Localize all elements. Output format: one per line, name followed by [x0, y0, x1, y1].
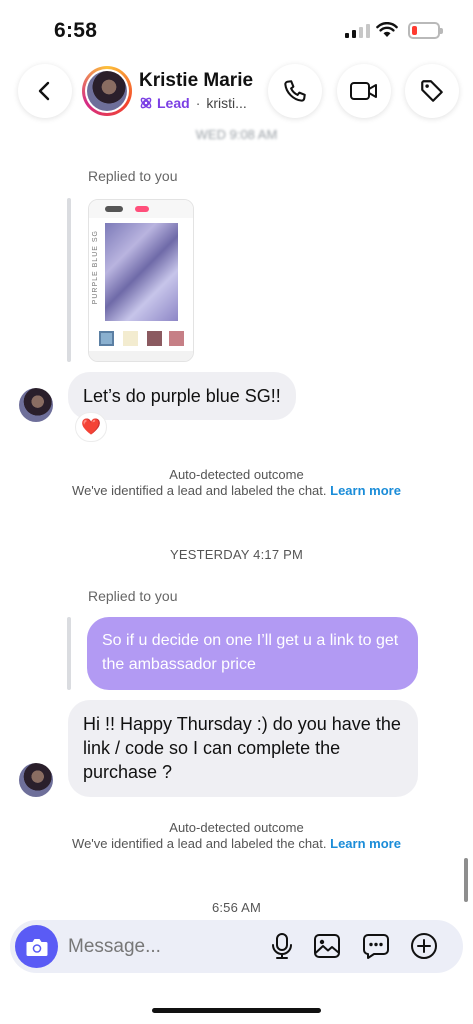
video-camera-icon — [350, 82, 377, 100]
microphone-icon — [272, 933, 292, 959]
phone-icon — [284, 80, 306, 102]
scrollbar-thumb[interactable] — [464, 858, 468, 902]
lead-label: Lead — [157, 95, 190, 111]
blurred-timestamp: WED 9:08 AM — [195, 127, 278, 142]
cellular-signal-icon — [345, 24, 370, 38]
heart-icon: ❤️ — [81, 419, 101, 436]
quoted-outgoing-message[interactable]: So if u decide on one I’ll get u a link … — [87, 617, 418, 690]
outcome-title: Auto-detected outcome — [169, 467, 304, 482]
reply-quote-bar — [67, 198, 71, 362]
message-input[interactable] — [68, 932, 258, 962]
incoming-message-bubble[interactable]: Hi !! Happy Thursday :) do you have the … — [68, 700, 418, 797]
label-tag-button[interactable] — [405, 64, 459, 118]
status-bar: 6:58 — [0, 0, 473, 56]
message-composer — [10, 920, 463, 973]
status-time: 6:58 — [54, 19, 98, 42]
replied-to-you-label: Replied to you — [88, 168, 178, 184]
outcome-body: We've identified a lead and labeled the … — [72, 836, 327, 851]
sticker-icon — [363, 934, 389, 959]
camera-button[interactable] — [15, 925, 58, 968]
card-thumbnail — [123, 331, 138, 346]
learn-more-link[interactable]: Learn more — [330, 483, 401, 498]
home-indicator[interactable] — [152, 1008, 321, 1013]
reply-quote-bar — [67, 617, 71, 690]
learn-more-link[interactable]: Learn more — [330, 836, 401, 851]
heart-reaction[interactable]: ❤️ — [75, 412, 107, 442]
contact-subtitle[interactable]: Lead · kristi... — [139, 95, 247, 111]
camera-icon — [26, 938, 47, 956]
shared-post-card[interactable]: PURPLE BLUE SG — [88, 199, 194, 362]
outcome-body: We've identified a lead and labeled the … — [72, 483, 327, 498]
add-button[interactable] — [410, 932, 438, 960]
fabric-swatch-image — [105, 223, 178, 321]
card-thumbnail — [169, 331, 184, 346]
battery-icon — [408, 22, 443, 39]
card-thumbnail — [147, 331, 162, 346]
card-thumbnail — [99, 331, 114, 346]
plus-icon — [411, 933, 437, 959]
card-pill-red — [135, 206, 149, 212]
call-button[interactable] — [268, 64, 322, 118]
outcome-title: Auto-detected outcome — [169, 820, 304, 835]
chat-header: Kristie Marie Lead · kristi... — [0, 56, 473, 128]
chevron-left-icon — [38, 81, 50, 101]
card-vertical-text: PURPLE BLUE SG — [92, 230, 99, 305]
sender-avatar[interactable] — [19, 388, 53, 422]
message-text: Let’s do purple blue SG!! — [83, 386, 281, 406]
lead-badge-icon — [140, 97, 152, 109]
card-footer — [89, 351, 193, 361]
timestamp-divider: YESTERDAY 4:17 PM — [170, 547, 303, 562]
image-icon — [314, 934, 340, 958]
video-call-button[interactable] — [337, 64, 391, 118]
tag-icon — [421, 80, 443, 102]
voice-message-button[interactable] — [268, 932, 296, 960]
contact-username: kristi... — [206, 95, 247, 111]
quoted-text: So if u decide on one I’ll get u a link … — [102, 632, 399, 673]
contact-name[interactable]: Kristie Marie — [139, 70, 253, 92]
sender-avatar[interactable] — [19, 763, 53, 797]
timestamp-divider: 6:56 AM — [211, 900, 262, 915]
incoming-message-bubble[interactable]: Let’s do purple blue SG!! — [68, 372, 296, 420]
contact-avatar[interactable] — [82, 66, 132, 116]
wifi-icon — [376, 22, 398, 37]
separator-dot: · — [195, 95, 201, 111]
replied-to-you-label: Replied to you — [88, 588, 178, 604]
avatar-image — [87, 71, 127, 111]
gallery-button[interactable] — [313, 932, 341, 960]
card-toolbar — [89, 200, 193, 218]
auto-detected-outcome-note: Auto-detected outcome We've identified a… — [0, 467, 473, 499]
card-pill — [105, 206, 123, 212]
back-button[interactable] — [18, 64, 72, 118]
sticker-button[interactable] — [362, 932, 390, 960]
auto-detected-outcome-note: Auto-detected outcome We've identified a… — [0, 820, 473, 852]
message-text: Hi !! Happy Thursday :) do you have the … — [83, 714, 401, 782]
